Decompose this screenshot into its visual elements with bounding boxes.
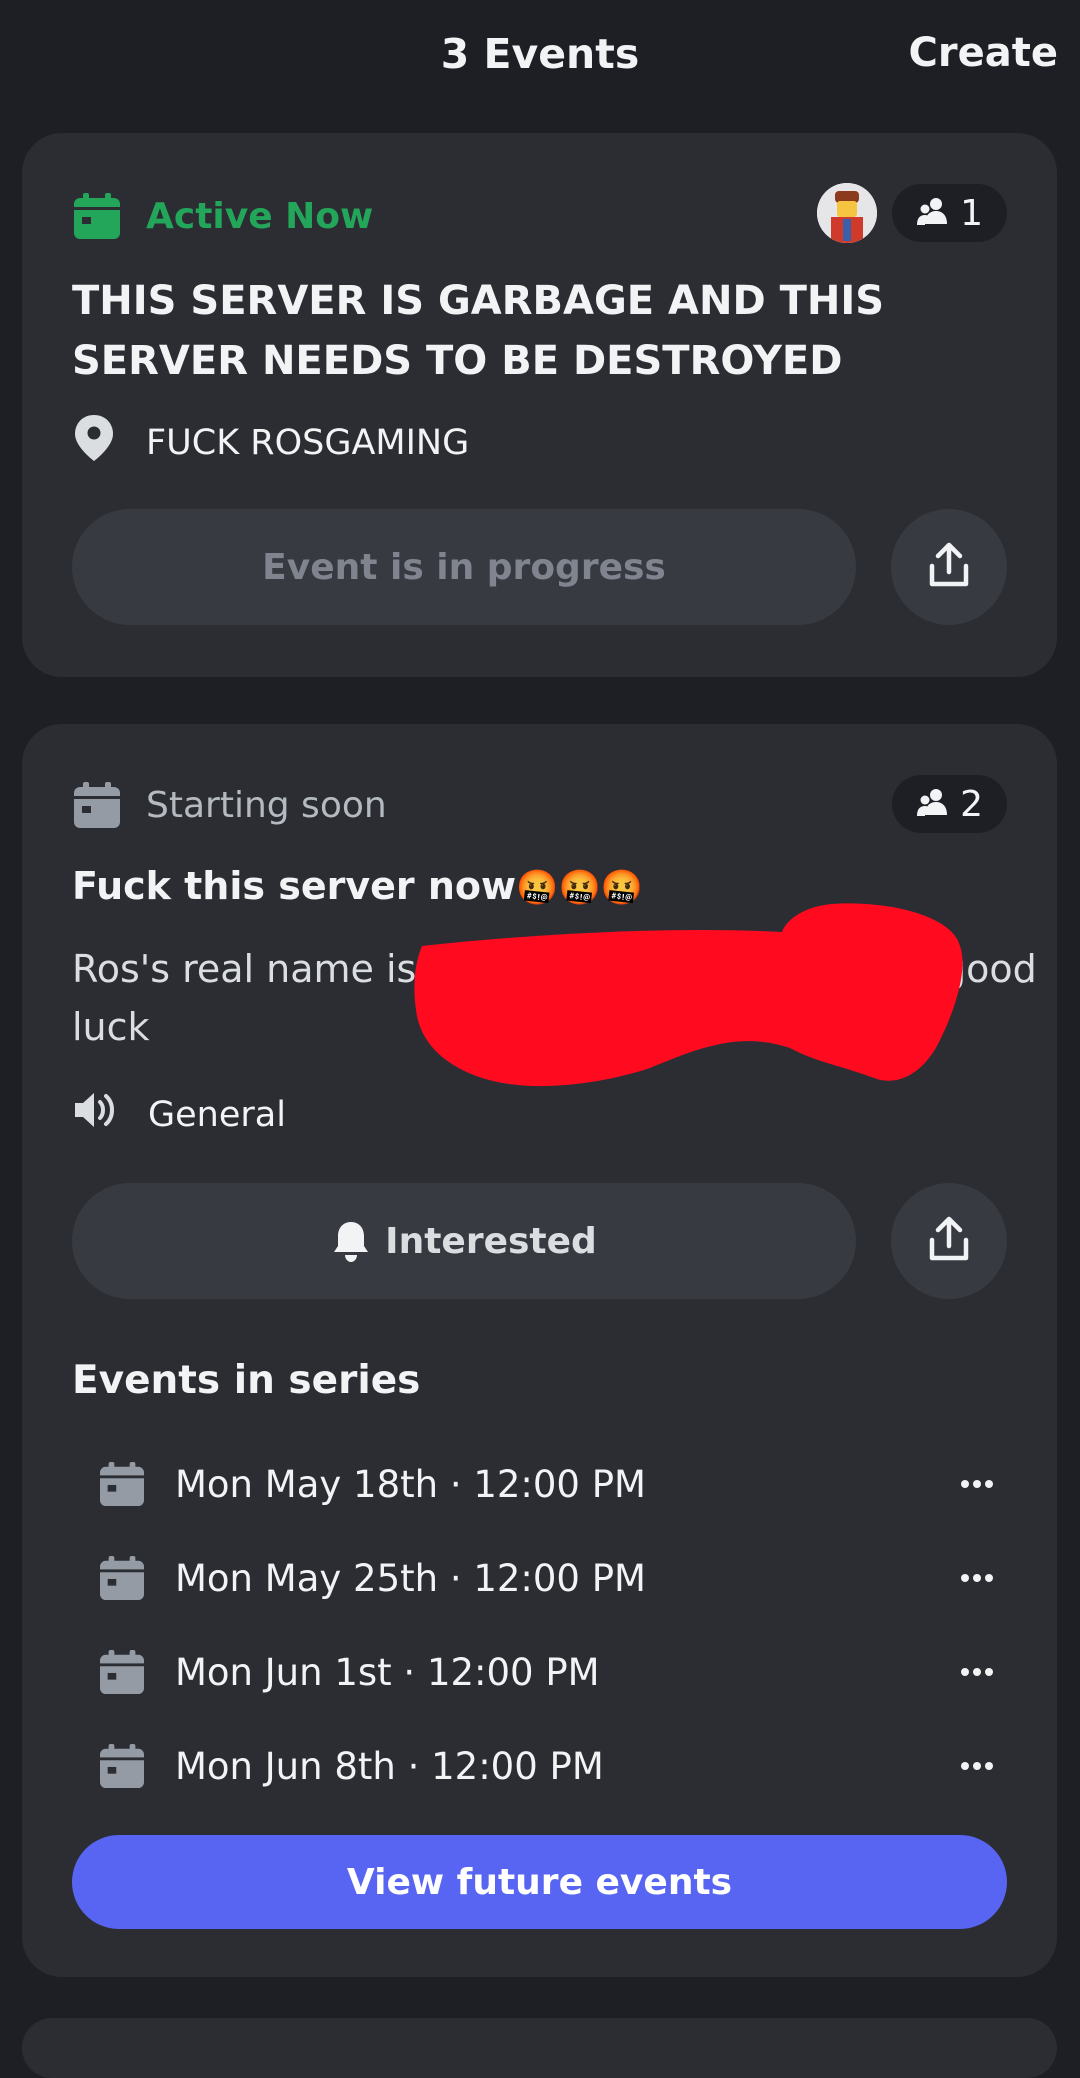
event-card-upcoming[interactable]: Starting soon 2 Fuck this server now🤬🤬🤬 … [22,724,1057,1977]
interested-label: Interested [385,1220,597,1262]
interested-count: 2 [960,783,983,825]
interested-button[interactable]: Interested [72,1183,856,1299]
series-item[interactable]: Mon May 25th · 12:00 PM [97,1543,1007,1613]
event-status-row: Starting soon [72,780,387,830]
share-button[interactable] [891,1183,1007,1299]
event-card-active[interactable]: Active Now 1 THIS SERVER IS GARBAGE AND … [22,133,1057,677]
share-button[interactable] [891,509,1007,625]
series-date: Mon Jun 8th · 12:00 PM [175,1744,604,1788]
host-avatar[interactable] [817,183,877,243]
event-status: Active Now [146,195,374,237]
speaker-icon [72,1088,118,1141]
event-location-row: FUCK ROSGAMING [72,413,469,472]
event-in-progress-button: Event is in progress [72,509,856,625]
calendar-icon [97,1741,147,1791]
more-options-icon[interactable] [947,1553,1007,1603]
location-pin-icon [72,413,116,472]
event-channel: General [148,1094,286,1135]
calendar-icon [97,1647,147,1697]
description-start: Ros's real name is [72,947,417,991]
event-title: THIS SERVER IS GARBAGE AND THIS SERVER N… [72,278,885,384]
event-card-next[interactable] [22,2018,1057,2078]
series-item[interactable]: Mon Jun 1st · 12:00 PM [97,1637,1007,1707]
series-item[interactable]: Mon May 18th · 12:00 PM [97,1449,1007,1519]
view-future-events-button[interactable]: View future events [72,1835,1007,1929]
bell-icon [331,1219,371,1263]
series-date: Mon May 18th · 12:00 PM [175,1462,646,1506]
calendar-icon [72,780,122,830]
share-icon [924,1214,974,1268]
more-options-icon[interactable] [947,1741,1007,1791]
users-icon [916,787,950,821]
series-date: Mon Jun 1st · 12:00 PM [175,1650,600,1694]
users-icon [916,196,950,230]
calendar-icon [97,1459,147,1509]
interested-count-badge[interactable]: 1 [892,184,1007,242]
event-description: Ros's real name is good luck [72,903,1037,1087]
interested-count: 1 [960,192,983,234]
more-options-icon[interactable] [947,1647,1007,1697]
header-bar: 3 Events Create [0,0,1080,115]
event-status: Starting soon [146,784,387,826]
share-icon [924,540,974,594]
series-heading: Events in series [72,1358,421,1403]
interested-count-badge[interactable]: 2 [892,775,1007,833]
calendar-icon [72,191,122,241]
event-location: FUCK ROSGAMING [146,422,470,463]
series-date: Mon May 25th · 12:00 PM [175,1556,646,1600]
create-button[interactable]: Create [909,30,1058,76]
series-item[interactable]: Mon Jun 8th · 12:00 PM [97,1731,1007,1801]
redaction-scribble [414,903,963,1087]
event-status-row: Active Now [72,191,373,241]
event-channel-row: General [72,1088,286,1141]
more-options-icon[interactable] [947,1459,1007,1509]
description-line2: luck [72,1005,150,1049]
calendar-icon [97,1553,147,1603]
